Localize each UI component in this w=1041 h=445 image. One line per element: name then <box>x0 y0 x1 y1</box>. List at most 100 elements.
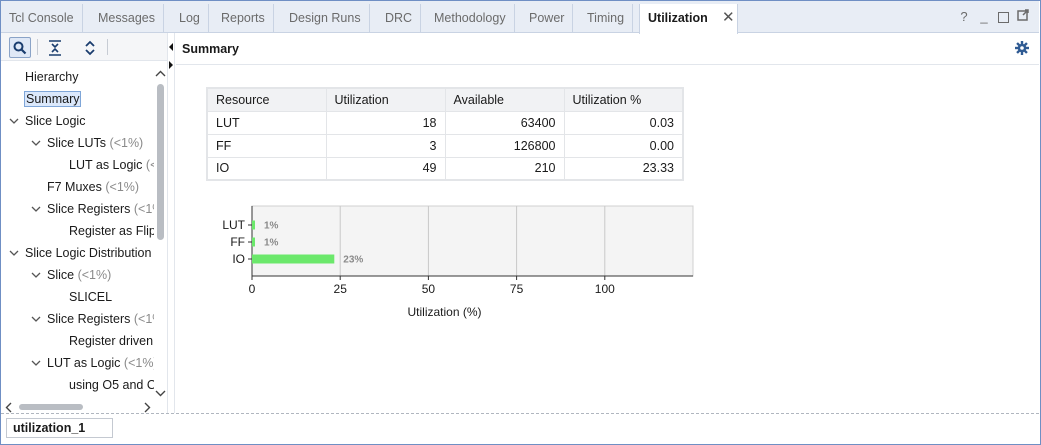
summary-header: Summary <box>176 33 1039 65</box>
tree-item-register-as-flip[interactable]: Register as Flip <box>69 221 154 241</box>
x-axis-title: Utilization (%) <box>407 305 481 319</box>
y-tick-label: LUT <box>222 218 245 232</box>
column-header-resource[interactable]: Resource <box>206 87 327 112</box>
tree-item-summary[interactable]: Summary <box>24 89 82 109</box>
scroll-up-icon[interactable] <box>155 70 166 78</box>
tree-item-slice-logic[interactable]: Slice Logic <box>9 111 85 131</box>
data-label: 1% <box>264 238 279 249</box>
y-tick-label: FF <box>230 235 245 249</box>
tree-toolbar <box>1 33 167 61</box>
table-row[interactable]: FF 3 126800 0.00 <box>206 133 684 158</box>
cell-utilization-pct: 0.03 <box>563 110 684 135</box>
report-tab-utilization-1[interactable]: utilization_1 <box>6 418 113 438</box>
pane-splitter[interactable] <box>167 33 175 413</box>
cell-available: 63400 <box>444 110 565 135</box>
chevron-down-icon[interactable] <box>31 314 41 324</box>
table-row[interactable]: LUT 18 63400 0.03 <box>206 110 684 135</box>
vertical-scroll-thumb[interactable] <box>157 84 164 240</box>
chevron-down-icon[interactable] <box>31 138 41 148</box>
expand-all-button[interactable] <box>79 37 101 58</box>
plot-area <box>251 205 694 277</box>
tree-item-slice-luts[interactable]: Slice LUTs (<1%) <box>31 133 143 153</box>
maximize-icon[interactable] <box>998 12 1009 23</box>
cell-available: 126800 <box>444 133 565 158</box>
column-header-available[interactable]: Available <box>444 87 565 112</box>
tab-drc[interactable]: DRC <box>377 4 422 32</box>
tree-horizontal-scrollbar[interactable] <box>1 400 154 414</box>
tree-item-slice-logic-distribution[interactable]: Slice Logic Distribution <box>9 243 151 263</box>
collapse-all-button[interactable] <box>44 37 66 58</box>
tab-messages[interactable]: Messages <box>90 4 164 32</box>
chevron-down-icon[interactable] <box>31 270 41 280</box>
table-row[interactable]: IO 49 210 23.33 <box>206 156 684 181</box>
tree-item-lut-as-logic[interactable]: LUT as Logic (< <box>69 155 154 175</box>
cell-resource: FF <box>206 133 327 158</box>
bar-ff <box>252 237 255 247</box>
tree-vertical-scrollbar[interactable] <box>154 66 167 400</box>
y-tick-label: IO <box>232 252 245 266</box>
tab-power[interactable]: Power <box>521 4 574 32</box>
search-icon <box>13 41 27 54</box>
cell-resource: IO <box>206 156 327 181</box>
tab-methodology[interactable]: Methodology <box>426 4 515 32</box>
scroll-down-icon[interactable] <box>155 389 166 397</box>
horizontal-scroll-thumb[interactable] <box>19 404 83 410</box>
scroll-left-icon[interactable] <box>5 402 13 413</box>
tab-reports[interactable]: Reports <box>213 4 274 32</box>
tab-tcl-console[interactable]: Tcl Console <box>1 4 83 32</box>
toolbar-divider <box>107 39 108 55</box>
minimize-icon[interactable]: _ <box>978 9 990 25</box>
page-title: Summary <box>182 42 239 56</box>
bottom-divider <box>1 413 1039 414</box>
bar-lut <box>252 220 255 230</box>
tree-item-f7-muxes[interactable]: F7 Muxes (<1%) <box>47 177 139 197</box>
x-tick-label: 75 <box>510 282 524 296</box>
tree-item-slice-registers-2[interactable]: Slice Registers (<1% <box>31 309 154 329</box>
cell-resource: LUT <box>206 110 327 135</box>
x-tick-label: 0 <box>249 282 256 296</box>
table-header-row: Resource Utilization Available Utilizati… <box>206 87 684 112</box>
scroll-right-icon[interactable] <box>143 402 151 413</box>
cell-utilization-pct: 0.00 <box>563 133 684 158</box>
tree-item-register-driven[interactable]: Register driven <box>69 331 153 351</box>
collapse-all-icon <box>49 39 61 56</box>
tree-item-slice-registers[interactable]: Slice Registers (<1% <box>31 199 154 219</box>
tree-item-slicel[interactable]: SLICEL <box>69 287 112 307</box>
chevron-down-icon[interactable] <box>31 358 41 368</box>
tab-bar: Tcl Console Messages Log Reports Design … <box>1 1 1039 34</box>
utilization-table: Resource Utilization Available Utilizati… <box>206 87 684 181</box>
tab-timing[interactable]: Timing <box>579 4 634 32</box>
window-controls: ? _ <box>958 9 1029 25</box>
bar-io <box>252 254 335 264</box>
tree-item-using-o5[interactable]: using O5 and O <box>69 375 154 395</box>
cell-utilization: 18 <box>325 110 446 135</box>
tree-item-lut-as-logic-2[interactable]: LUT as Logic (<1%) <box>31 353 154 373</box>
x-tick-label: 25 <box>334 282 348 296</box>
expand-all-icon <box>85 40 95 55</box>
utilization-bar-chart: 0 25 50 75 100 LUT 1% FF 1% IO 23% Utilization (%) <box>222 205 694 319</box>
report-tree: Hierarchy Summary Slice Logic Slice LUTs… <box>1 62 154 400</box>
column-header-utilization[interactable]: Utilization <box>325 87 446 112</box>
cell-utilization: 49 <box>325 156 446 181</box>
tree-item-slice[interactable]: Slice (<1%) <box>31 265 111 285</box>
chevron-down-icon[interactable] <box>9 116 19 126</box>
cell-available: 210 <box>444 156 565 181</box>
gear-icon[interactable] <box>1015 41 1029 55</box>
tab-design-runs[interactable]: Design Runs <box>281 4 370 32</box>
float-window-icon[interactable] <box>1017 9 1029 25</box>
cell-utilization: 3 <box>325 133 446 158</box>
toolbar-divider <box>37 39 38 55</box>
chevron-down-icon[interactable] <box>31 204 41 214</box>
data-label: 1% <box>264 221 279 232</box>
data-label: 23% <box>343 255 363 266</box>
chevron-down-icon[interactable] <box>9 248 19 258</box>
column-header-utilization-pct[interactable]: Utilization % <box>563 87 684 112</box>
x-tick-label: 100 <box>595 282 615 296</box>
splitter-arrows-icon[interactable] <box>168 41 174 71</box>
search-button[interactable] <box>9 37 31 58</box>
tree-item-hierarchy[interactable]: Hierarchy <box>25 67 79 87</box>
close-tab-icon[interactable]: ✕ <box>722 10 735 26</box>
tab-log[interactable]: Log <box>171 4 209 32</box>
cell-utilization-pct: 23.33 <box>563 156 684 181</box>
help-icon[interactable]: ? <box>958 9 970 25</box>
